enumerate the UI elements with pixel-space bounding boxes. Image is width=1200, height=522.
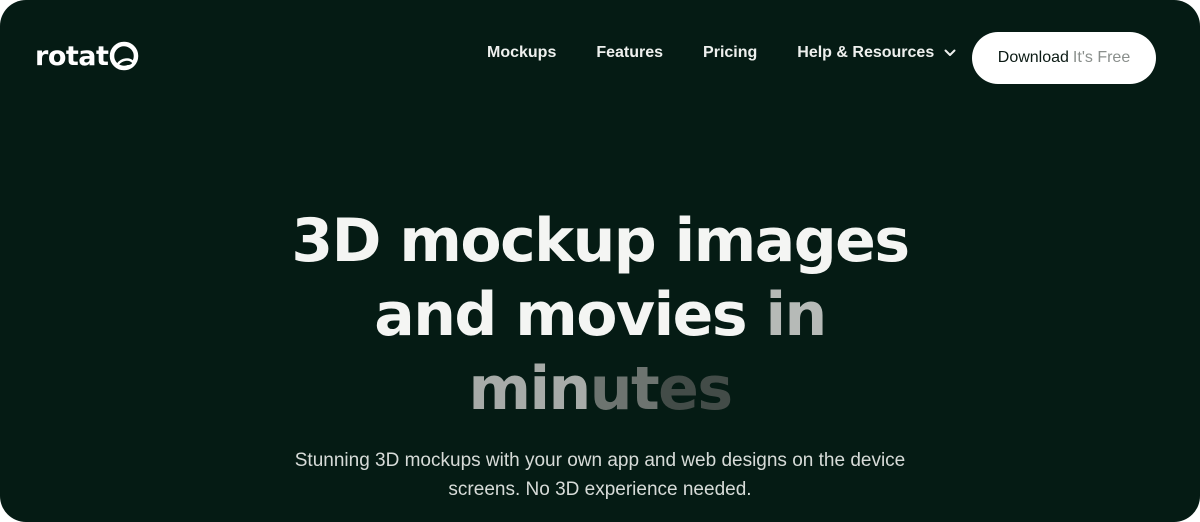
hero-title-line-3-part-d: es	[658, 354, 733, 424]
hero-subtitle-line-2: screens. No 3D experience needed.	[448, 479, 752, 500]
hero-title-line-2: and movies	[374, 280, 747, 350]
logo-text: rotat	[35, 40, 109, 72]
hero: 3D mockup images and movies in minutes	[0, 204, 1200, 426]
nav-item-mockups[interactable]: Mockups	[487, 44, 556, 62]
main-nav: Mockups Features Pricing Help & Resource…	[487, 44, 956, 62]
download-button[interactable]: Download It's Free	[972, 32, 1156, 84]
logo[interactable]: rotat	[35, 40, 139, 72]
download-label: Download	[997, 49, 1069, 66]
hero-title-line-1: 3D mockup images	[291, 206, 910, 276]
page-frame: rotat Mockups Features Pricing Help & Re…	[0, 0, 1200, 522]
hero-title-line-3-part-b: u	[589, 354, 633, 424]
hero-subtitle-line-1: Stunning 3D mockups with your own app an…	[294, 450, 906, 471]
nav-item-features[interactable]: Features	[596, 44, 663, 62]
chevron-down-icon	[944, 49, 956, 57]
logo-mark-icon	[109, 40, 139, 72]
hero-title-line-3-part-c: t	[630, 354, 660, 424]
nav-item-label: Help & Resources	[797, 44, 935, 61]
hero-title-line-3-part-a: min	[468, 354, 591, 424]
hero-title-fade-word: in	[765, 280, 827, 350]
nav-item-pricing[interactable]: Pricing	[703, 44, 757, 62]
hero-title: 3D mockup images and movies in minutes	[0, 204, 1200, 426]
hero-subtitle: Stunning 3D mockups with your own app an…	[0, 446, 1200, 504]
download-sublabel: It's Free	[1072, 49, 1131, 66]
nav-item-help-resources[interactable]: Help & Resources	[797, 44, 956, 62]
